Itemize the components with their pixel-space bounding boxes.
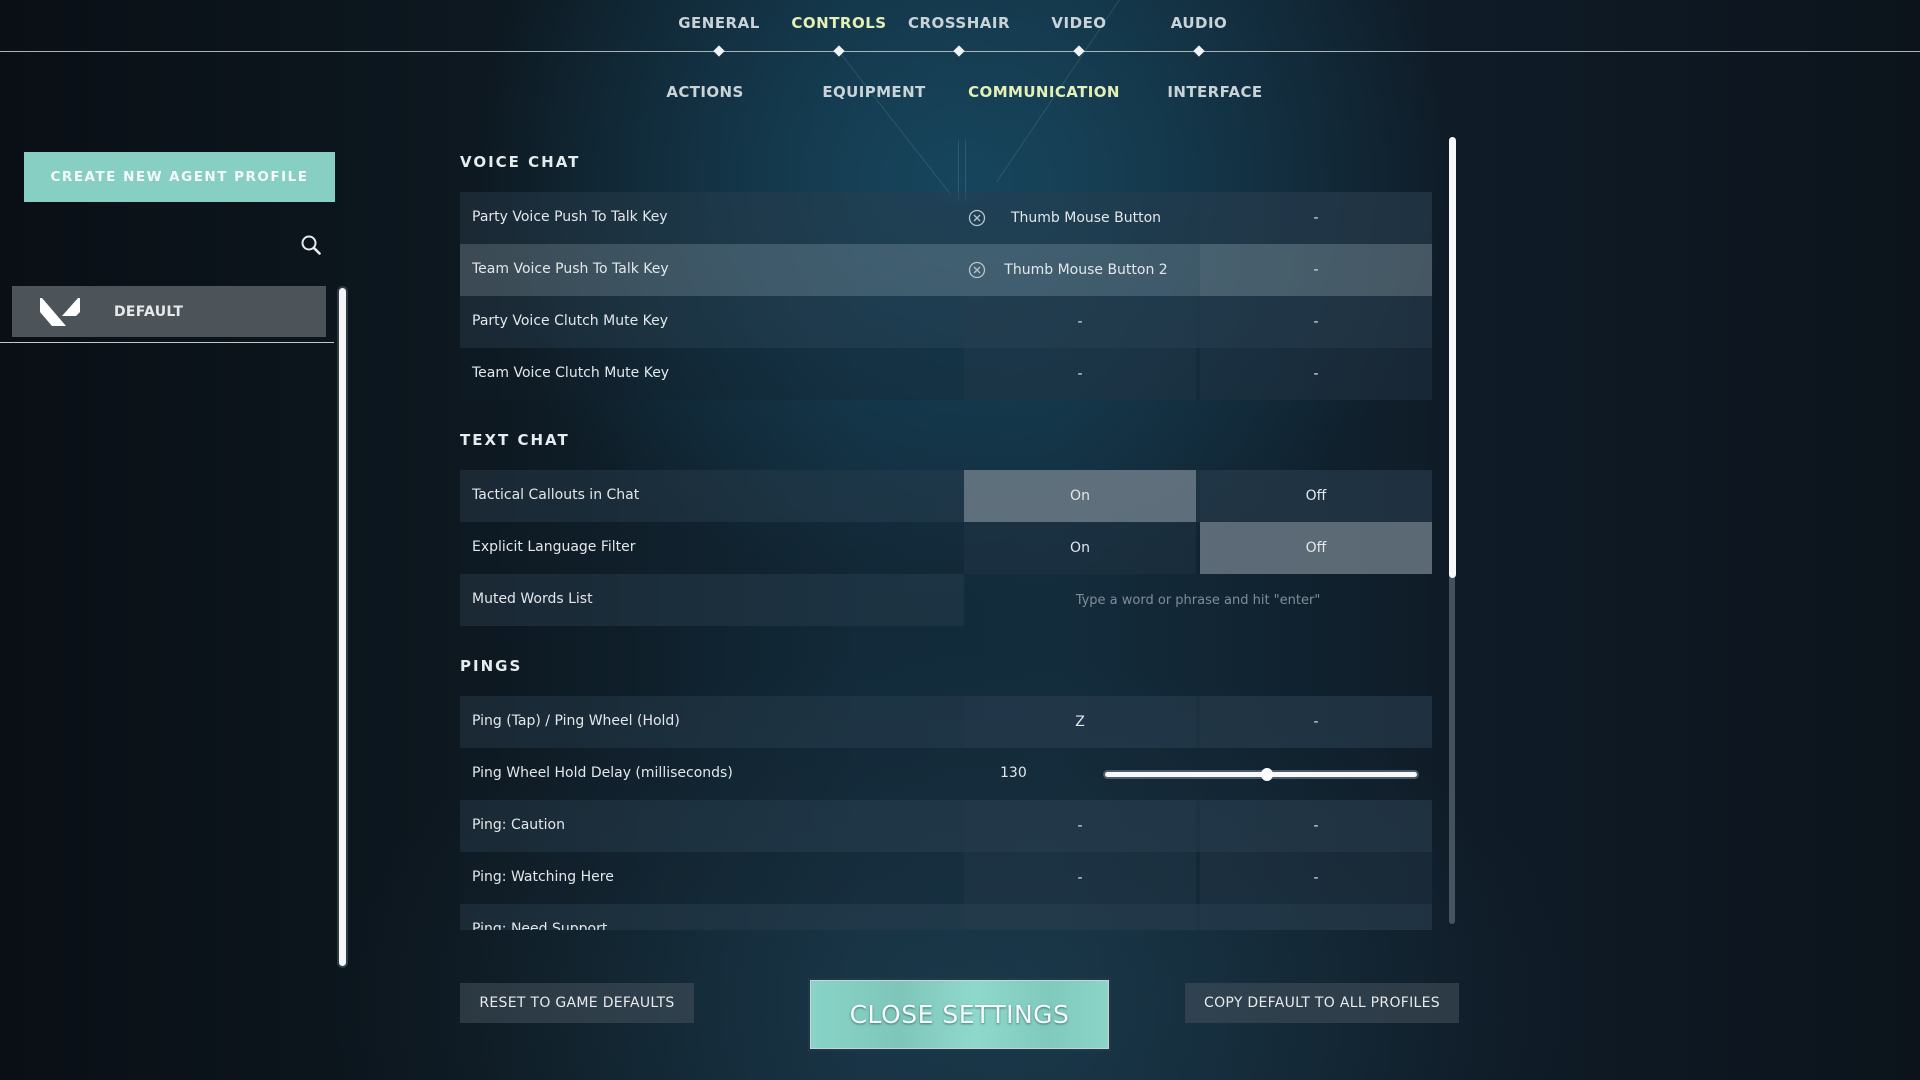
setting-row: Ping: Caution - - — [460, 800, 1432, 852]
keybind-value: Thumb Mouse Button — [1010, 210, 1162, 226]
setting-label: Party Voice Push To Talk Key — [472, 209, 668, 225]
setting-label: Ping Wheel Hold Delay (milliseconds) — [472, 765, 733, 781]
toggle-on-option[interactable]: On — [964, 522, 1196, 574]
section-title-text-chat: TEXT CHAT — [460, 431, 570, 449]
tab-crosshair[interactable]: CROSSHAIR — [904, 14, 1014, 32]
tab-controls[interactable]: CONTROLS — [784, 14, 894, 32]
setting-label: Ping: Need Support — [472, 921, 608, 930]
keybind-secondary[interactable]: - — [1200, 852, 1432, 904]
setting-label: Muted Words List — [472, 591, 593, 607]
reset-to-defaults-button[interactable]: RESET TO GAME DEFAULTS — [460, 983, 694, 1023]
keybind-primary[interactable]: Thumb Mouse Button 2 — [964, 244, 1196, 296]
keybind-secondary[interactable] — [1200, 904, 1432, 930]
setting-label: Tactical Callouts in Chat — [472, 487, 640, 503]
valorant-logo-icon — [40, 297, 80, 326]
keybind-primary[interactable]: - — [964, 348, 1196, 400]
keybind-primary[interactable]: - — [964, 296, 1196, 348]
keybind-secondary[interactable]: - — [1200, 296, 1432, 348]
clear-binding-icon[interactable] — [968, 261, 986, 279]
subtab-communication[interactable]: COMMUNICATION — [954, 83, 1134, 101]
tab-marker-icon — [713, 45, 725, 57]
close-settings-button[interactable]: CLOSE SETTINGS — [808, 978, 1111, 1051]
setting-row: Explicit Language Filter On Off — [460, 522, 1432, 574]
setting-row: Ping Wheel Hold Delay (milliseconds) 130 — [460, 748, 1432, 800]
tab-marker-icon — [953, 45, 965, 57]
search-icon[interactable] — [300, 234, 322, 256]
profile-selected-underline — [0, 342, 334, 343]
setting-row: Party Voice Clutch Mute Key - - — [460, 296, 1432, 348]
slider-value: 130 — [1000, 765, 1027, 781]
tab-marker-icon — [1073, 45, 1085, 57]
toggle-off-option[interactable]: Off — [1200, 522, 1432, 574]
tab-video[interactable]: VIDEO — [1024, 14, 1134, 32]
profile-label: DEFAULT — [114, 303, 184, 320]
setting-label: Party Voice Clutch Mute Key — [472, 313, 669, 329]
keybind-value: Thumb Mouse Button 2 — [1004, 262, 1168, 278]
settings-panel: VOICE CHAT Party Voice Push To Talk Key … — [460, 140, 1432, 930]
toggle-off-option[interactable]: Off — [1200, 470, 1432, 522]
setting-row: Ping: Watching Here - - — [460, 852, 1432, 904]
subtab-interface[interactable]: INTERFACE — [1125, 83, 1305, 101]
tab-general[interactable]: GENERAL — [664, 14, 774, 32]
setting-row: Ping: Need Support — [460, 904, 1432, 930]
tab-marker-icon — [1193, 45, 1205, 57]
settings-scrollbar-thumb[interactable] — [1449, 137, 1456, 578]
profile-item-default[interactable]: DEFAULT — [12, 286, 326, 337]
keybind-secondary[interactable]: - — [1200, 244, 1432, 296]
tab-marker-icon — [833, 45, 845, 57]
setting-row: Muted Words List — [460, 574, 1432, 626]
subtab-equipment[interactable]: EQUIPMENT — [784, 83, 964, 101]
top-tabs: GENERAL CONTROLS CROSSHAIR VIDEO AUDIO — [0, 0, 1920, 57]
setting-label: Explicit Language Filter — [472, 539, 636, 555]
keybind-primary[interactable]: - — [964, 852, 1196, 904]
setting-row: Ping (Tap) / Ping Wheel (Hold) Z - — [460, 696, 1432, 748]
setting-row: Team Voice Clutch Mute Key - - — [460, 348, 1432, 400]
muted-words-input[interactable] — [964, 574, 1432, 626]
sidebar-scrollbar[interactable] — [339, 288, 346, 966]
setting-label: Team Voice Push To Talk Key — [472, 261, 669, 277]
copy-default-to-all-profiles-button[interactable]: COPY DEFAULT TO ALL PROFILES — [1185, 983, 1459, 1023]
toggle-on-option[interactable]: On — [964, 470, 1196, 522]
clear-binding-icon[interactable] — [968, 209, 986, 227]
setting-label: Ping: Watching Here — [472, 869, 614, 885]
keybind-secondary[interactable]: - — [1200, 192, 1432, 244]
ping-delay-slider[interactable] — [1103, 768, 1419, 781]
keybind-primary[interactable]: Thumb Mouse Button — [964, 192, 1196, 244]
subtab-actions[interactable]: ACTIONS — [615, 83, 795, 101]
setting-label: Team Voice Clutch Mute Key — [472, 365, 670, 381]
setting-label: Ping (Tap) / Ping Wheel (Hold) — [472, 713, 680, 729]
keybind-secondary[interactable]: - — [1200, 348, 1432, 400]
setting-row: Tactical Callouts in Chat On Off — [460, 470, 1432, 522]
tab-audio[interactable]: AUDIO — [1144, 14, 1254, 32]
keybind-primary[interactable]: Z — [964, 696, 1196, 748]
setting-label: Ping: Caution — [472, 817, 565, 833]
setting-row: Party Voice Push To Talk Key Thumb Mouse… — [460, 192, 1432, 244]
create-agent-profile-button[interactable]: CREATE NEW AGENT PROFILE — [24, 152, 335, 202]
setting-row: Team Voice Push To Talk Key Thumb Mouse … — [460, 244, 1432, 296]
section-title-voice-chat: VOICE CHAT — [460, 153, 581, 171]
keybind-secondary[interactable]: - — [1200, 800, 1432, 852]
section-title-pings: PINGS — [460, 657, 523, 675]
keybind-primary[interactable] — [964, 904, 1196, 930]
keybind-secondary[interactable]: - — [1200, 696, 1432, 748]
keybind-primary[interactable]: - — [964, 800, 1196, 852]
